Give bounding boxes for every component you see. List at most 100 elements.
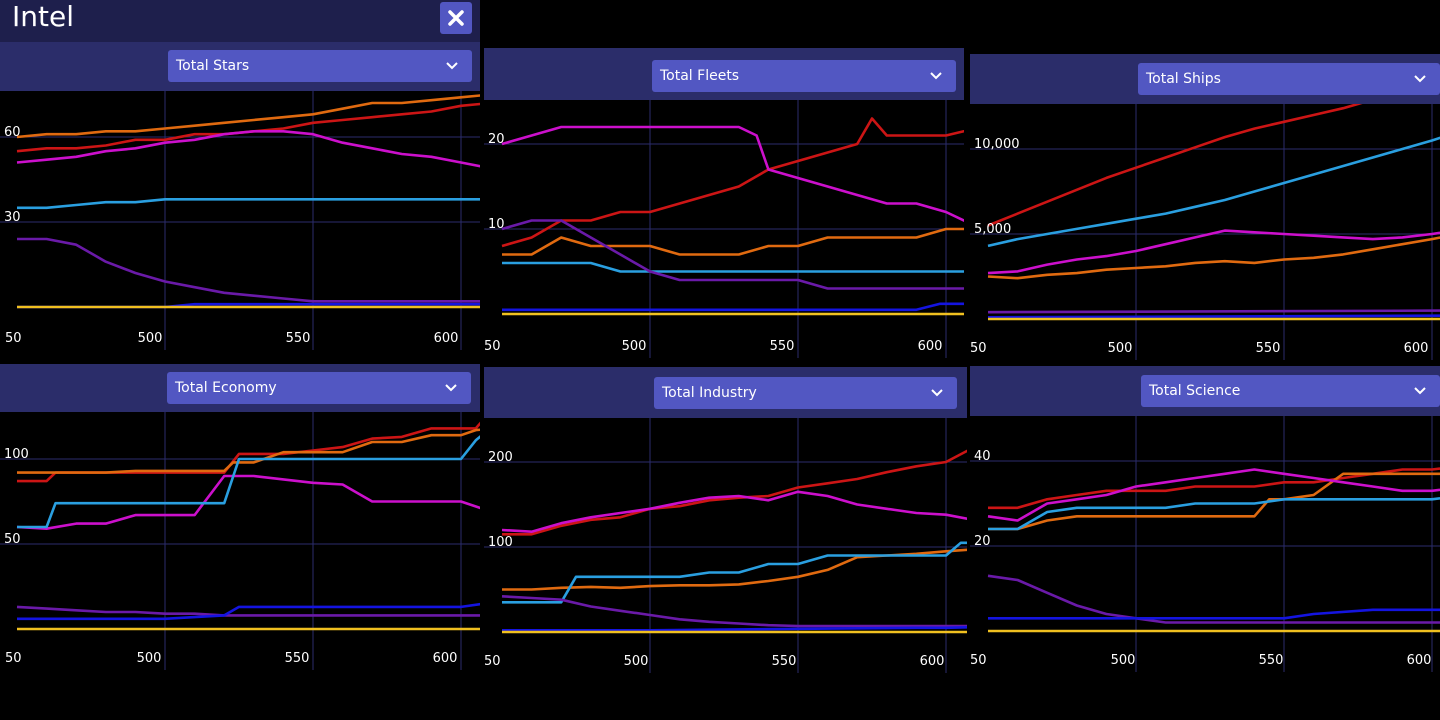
grid — [484, 100, 964, 358]
x-tick-label: 500 — [622, 339, 647, 354]
series-line — [987, 314, 1440, 319]
x-tick-label: 50 — [970, 653, 987, 668]
chevron-down-icon — [445, 384, 457, 392]
x-tick-label: 600 — [920, 654, 945, 669]
y-tick-label: 20 — [488, 132, 505, 147]
panel-header: Total Science — [970, 366, 1440, 416]
chart-select-label: Total Economy — [175, 380, 277, 396]
chart-select-dropdown[interactable]: Total Stars — [168, 50, 472, 82]
panel-header: Total Industry — [484, 367, 967, 418]
x-tick-label: 550 — [772, 654, 797, 669]
series-line — [987, 104, 1363, 227]
chevron-down-icon — [931, 389, 943, 397]
chart-select-label: Total Fleets — [660, 68, 740, 84]
chart-plot: 5,00010,00015,00050500550600 — [970, 104, 1440, 360]
series-line — [501, 125, 964, 223]
window-titlebar: Intel — [0, 0, 480, 42]
y-tick-label: 20 — [974, 534, 991, 549]
panel-header: Total Economy — [0, 364, 480, 412]
chart-plot: 10020030050500550600 — [484, 418, 967, 673]
panel-header: Total Stars — [0, 42, 480, 91]
y-tick-label: 200 — [488, 450, 513, 465]
y-tick-label: 60 — [4, 125, 21, 140]
chart-plot: 30609050500550600 — [0, 91, 480, 350]
series-line — [988, 608, 1440, 620]
x-tick-label: 600 — [918, 339, 943, 354]
x-tick-label: 50 — [970, 341, 987, 356]
close-icon — [448, 10, 464, 26]
x-tick-label: 500 — [1108, 341, 1133, 356]
grid — [484, 418, 967, 673]
x-tick-label: 550 — [1259, 653, 1284, 668]
x-tick-label: 50 — [5, 331, 22, 346]
x-tick-label: 500 — [137, 651, 162, 666]
series-line — [502, 625, 967, 632]
series-line — [502, 541, 967, 604]
chart-select-label: Total Ships — [1146, 71, 1221, 87]
y-tick-label: 10 — [488, 217, 505, 232]
x-tick-label: 50 — [484, 654, 501, 669]
series-line — [16, 102, 480, 153]
chart-select-label: Total Science — [1149, 383, 1241, 399]
close-button[interactable] — [440, 2, 472, 34]
series-line — [987, 574, 1440, 624]
chevron-down-icon — [930, 72, 942, 80]
chart-select-dropdown[interactable]: Total Ships — [1138, 63, 1440, 95]
chart-select-label: Total Industry — [662, 385, 757, 401]
series-line — [501, 595, 967, 628]
panel-science: Total Science 20406050500550600 — [970, 366, 1440, 672]
x-tick-label: 550 — [1256, 341, 1281, 356]
chart-svg: 20406050500550600 — [970, 416, 1440, 672]
panel-fleets: Total Fleets 10203050500550600 — [484, 48, 964, 358]
x-tick-label: 600 — [433, 651, 458, 666]
chart-select-dropdown[interactable]: Total Industry — [654, 377, 957, 409]
chevron-down-icon — [446, 62, 458, 70]
window-title: Intel — [12, 0, 74, 33]
panel-economy: Total Economy 5010015050500550600 — [0, 364, 480, 670]
chart-svg: 10020030050500550600 — [484, 418, 967, 673]
chart-select-label: Total Stars — [176, 58, 250, 74]
series-line — [987, 309, 1440, 314]
grid — [0, 412, 480, 670]
chart-svg: 5,00010,00015,00050500550600 — [970, 104, 1440, 360]
chart-svg: 10203050500550600 — [484, 100, 964, 358]
panel-header: Total Fleets — [484, 48, 964, 100]
panel-stars: Total Stars 30609050500550600 — [0, 42, 480, 350]
y-tick-label: 100 — [4, 447, 29, 462]
series-line — [987, 229, 1440, 275]
chart-plot: 5010015050500550600 — [0, 412, 480, 670]
chart-svg: 30609050500550600 — [0, 91, 480, 350]
x-tick-label: 600 — [434, 331, 459, 346]
y-tick-label: 40 — [974, 449, 991, 464]
chart-select-dropdown[interactable]: Total Fleets — [652, 60, 956, 92]
y-tick-label: 5,000 — [974, 222, 1011, 237]
x-tick-label: 50 — [5, 651, 22, 666]
x-tick-label: 550 — [285, 651, 310, 666]
chevron-down-icon — [1414, 75, 1426, 83]
y-tick-label: 100 — [488, 535, 513, 550]
series-line — [17, 237, 480, 303]
chart-plot: 20406050500550600 — [970, 416, 1440, 672]
x-tick-label: 500 — [1111, 653, 1136, 668]
y-tick-label: 50 — [4, 532, 21, 547]
series-line — [502, 227, 964, 256]
series-line — [502, 302, 964, 312]
x-tick-label: 500 — [138, 331, 163, 346]
x-tick-label: 550 — [286, 331, 311, 346]
x-tick-label: 50 — [484, 339, 501, 354]
series-line — [502, 261, 964, 273]
y-tick-label: 10,000 — [974, 137, 1020, 152]
chart-select-dropdown[interactable]: Total Economy — [167, 372, 471, 404]
chart-plot: 10203050500550600 — [484, 100, 964, 358]
grid — [970, 104, 1440, 360]
series-line — [987, 468, 1440, 522]
panel-industry: Total Industry 10020030050500550600 — [484, 367, 967, 673]
y-tick-label: 30 — [4, 210, 21, 225]
series-line — [17, 198, 480, 210]
x-tick-label: 600 — [1404, 341, 1429, 356]
series-line — [17, 421, 480, 483]
chevron-down-icon — [1414, 387, 1426, 395]
x-tick-label: 500 — [624, 654, 649, 669]
chart-select-dropdown[interactable]: Total Science — [1141, 375, 1440, 407]
grid — [970, 416, 1440, 672]
